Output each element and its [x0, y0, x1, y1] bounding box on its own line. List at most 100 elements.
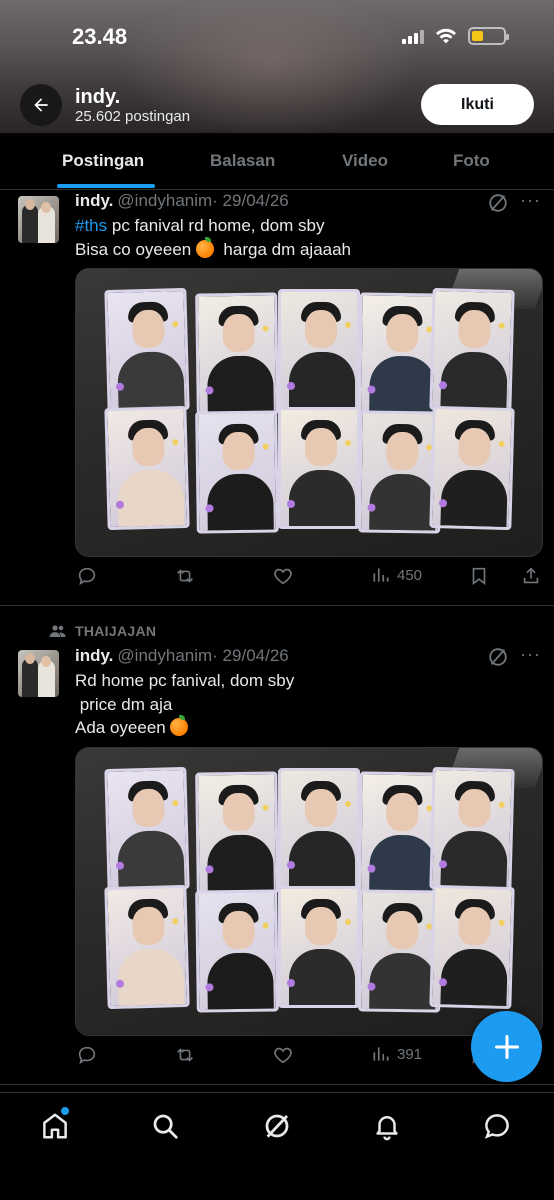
- profile-name: indy.: [75, 86, 121, 108]
- tweet-text-line: Rd home pc fanival, dom sby: [75, 671, 295, 690]
- grok-icon[interactable]: [487, 646, 509, 668]
- repost-button[interactable]: [174, 1044, 196, 1066]
- tweet-text-line: harga dm ajaaah: [213, 239, 352, 259]
- nav-home[interactable]: [40, 1107, 72, 1143]
- author-handle[interactable]: @indyhanim: [117, 191, 212, 210]
- tweet-photo[interactable]: [75, 268, 543, 557]
- wifi-icon: [436, 28, 456, 44]
- grok-icon: [265, 1114, 289, 1138]
- tab-video[interactable]: Video: [342, 151, 388, 171]
- reply-icon: [78, 567, 96, 586]
- photocard: [429, 287, 515, 413]
- compose-button[interactable]: [471, 1011, 542, 1082]
- status-icons: [402, 27, 509, 45]
- views-icon: [373, 568, 389, 582]
- tangerine-emoji: [195, 236, 214, 258]
- photocard: [195, 771, 279, 895]
- arrow-left-icon: [34, 98, 48, 112]
- tab-foto[interactable]: Foto: [453, 151, 490, 171]
- reply-button[interactable]: [76, 1044, 98, 1066]
- photocard: [278, 886, 360, 1008]
- photocard: [429, 884, 515, 1010]
- more-icon[interactable]: ···: [520, 190, 541, 211]
- battery-icon: [468, 27, 509, 45]
- views-button[interactable]: 391: [371, 1044, 422, 1064]
- profile-header: 23.48 indy. 25.602 postingan Ikuti: [0, 0, 554, 133]
- grok-icon[interactable]: [487, 192, 509, 214]
- bell-icon: [376, 1116, 398, 1141]
- back-button[interactable]: [20, 84, 62, 126]
- tweet-text: #ths pc fanival rd home, dom sby Bisa co…: [75, 214, 351, 261]
- photocard: [104, 766, 190, 892]
- home-icon: [43, 1113, 67, 1139]
- avatar[interactable]: [18, 196, 59, 243]
- author-handle[interactable]: @indyhanim: [117, 646, 212, 665]
- views-button[interactable]: 450: [371, 565, 422, 585]
- tweet-divider: [0, 605, 554, 606]
- repost-icon: [177, 1048, 193, 1062]
- tweet-meta: indy. @indyhanim· 29/04/26: [75, 191, 289, 211]
- repost-icon: [177, 569, 193, 583]
- signal-icon: [402, 28, 424, 44]
- tweet-text-line: price dm aja: [75, 694, 173, 714]
- photocard: [429, 405, 515, 531]
- tab-balasan[interactable]: Balasan: [210, 151, 275, 171]
- search-icon: [153, 1114, 178, 1139]
- photocard: [104, 405, 190, 531]
- photocard: [104, 884, 190, 1010]
- profile-tabs: Postingan Balasan Video Foto: [0, 133, 554, 190]
- author-name[interactable]: indy.: [75, 191, 113, 210]
- tweet-actions: 450: [76, 565, 542, 589]
- photocard: [195, 889, 279, 1013]
- views-icon: [373, 1047, 389, 1061]
- more-icon[interactable]: ···: [520, 644, 541, 665]
- status-time: 23.48: [72, 24, 128, 49]
- photocard: [195, 410, 279, 534]
- community-label[interactable]: THAIJAJAN: [75, 623, 156, 639]
- plus-icon: [494, 1034, 519, 1059]
- follow-button[interactable]: Ikuti: [421, 84, 534, 125]
- tweet-text: Rd home pc fanival, dom sby price dm aja…: [75, 669, 294, 740]
- community-icon: [49, 625, 66, 637]
- notification-dot: [61, 1107, 69, 1115]
- photocard: [429, 766, 515, 892]
- bottom-navigation: [0, 1092, 554, 1200]
- author-name[interactable]: indy.: [75, 646, 113, 665]
- nav-notifications[interactable]: [372, 1111, 404, 1143]
- heart-icon: [274, 1047, 292, 1064]
- share-icon: [523, 567, 539, 584]
- reply-button[interactable]: [76, 565, 98, 587]
- bookmark-icon: [472, 567, 486, 585]
- like-button[interactable]: [272, 1044, 294, 1066]
- repost-button[interactable]: [174, 565, 196, 587]
- tweet-meta: indy. @indyhanim· 29/04/26: [75, 646, 289, 666]
- heart-icon: [274, 568, 292, 585]
- tweet-text-line: pc fanival rd home, dom sby: [107, 216, 325, 235]
- tweet-text-line: Bisa co oyeeen: [75, 239, 196, 259]
- reply-icon: [78, 1046, 96, 1065]
- tangerine-emoji: [170, 715, 189, 736]
- photocard: [278, 289, 360, 411]
- avatar[interactable]: [18, 650, 59, 697]
- photocard: [104, 287, 190, 413]
- tweet-date: · 29/04/26: [212, 646, 289, 665]
- post-count: 25.602 postingan: [75, 108, 191, 125]
- tab-postingan[interactable]: Postingan: [62, 151, 144, 171]
- photocard: [195, 292, 279, 416]
- tweet-date: · 29/04/26: [212, 191, 289, 210]
- hashtag-link[interactable]: #ths: [75, 216, 107, 235]
- bookmark-button[interactable]: [468, 565, 490, 587]
- tweet-text-line: Ada oyeeen: [75, 718, 171, 737]
- nav-grok[interactable]: [262, 1111, 294, 1143]
- message-icon: [484, 1114, 509, 1139]
- active-tab-indicator: [57, 184, 155, 188]
- photocard: [278, 407, 360, 529]
- tweet-photo[interactable]: [75, 747, 543, 1036]
- like-button[interactable]: [272, 565, 294, 587]
- nav-search[interactable]: [150, 1111, 182, 1143]
- views-count: 450: [397, 566, 423, 584]
- photocard: [278, 768, 360, 890]
- nav-messages[interactable]: [482, 1111, 514, 1143]
- share-button[interactable]: [520, 565, 542, 587]
- views-count: 391: [397, 1045, 423, 1063]
